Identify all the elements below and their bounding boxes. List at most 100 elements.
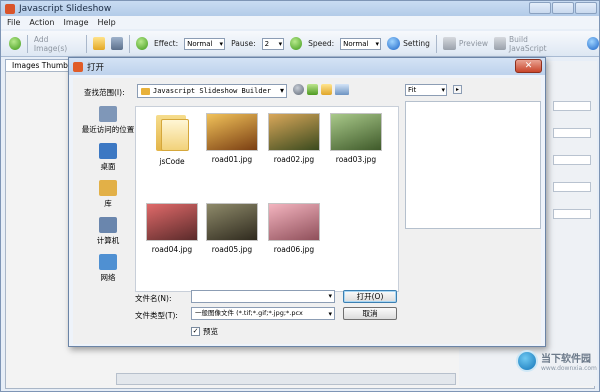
app-logo-icon [5,3,15,14]
file-item[interactable]: road02.jpg [264,113,324,164]
setting-label: Setting [403,39,430,48]
cancel-button[interactable]: 取消 [343,307,397,320]
preview-mode-value: Fit [408,86,417,94]
menu-image[interactable]: Image [63,18,88,27]
file-name: jsCode [159,157,185,166]
toolbar-separator [27,34,28,53]
place-label: 库 [104,199,112,208]
file-item[interactable]: road05.jpg [202,203,262,254]
dialog-title-bar: 打开 ✕ [69,58,545,75]
place-item[interactable]: 最近访问的位置 [79,106,137,135]
place-item[interactable]: 库 [79,180,137,209]
dialog-title: 打开 [87,62,105,73]
open-button[interactable]: 打开(O) [343,290,397,303]
checkbox-check-icon: ✓ [191,327,200,336]
back-icon[interactable] [293,84,304,95]
preview-button[interactable]: Preview [442,37,489,50]
places-bar: 最近访问的位置桌面库计算机网络 [79,106,137,296]
speed-select[interactable]: Normal [340,37,382,50]
dialog-body: 查找范围(I): Javascript Slideshow Builder ▾ … [73,78,541,344]
bottom-scrollbar[interactable] [116,373,456,385]
file-item[interactable]: road06.jpg [264,203,324,254]
place-label: 桌面 [100,162,116,171]
chevron-down-icon: ▾ [328,309,332,319]
watermark-logo-icon [516,350,538,372]
app-title: Javascript Slideshow [19,3,112,14]
place-item[interactable]: 网络 [79,254,137,283]
preview-play-icon[interactable]: ▸ [453,85,462,94]
file-name: road02.jpg [273,155,315,164]
place-item[interactable]: 计算机 [79,217,137,246]
minimize-button[interactable] [529,2,551,14]
magnifier-icon [442,37,456,50]
menu-file[interactable]: File [7,18,20,27]
recent-places-icon [99,106,117,122]
preview-area: Fit ▾ ▸ [405,82,541,256]
file-item[interactable]: road04.jpg [142,203,202,254]
dialog-app-icon [73,61,83,72]
look-in-combobox[interactable]: Javascript Slideshow Builder ▾ [137,84,287,98]
settings-field[interactable] [553,155,591,165]
image-thumbnail [268,113,320,151]
place-item[interactable]: 桌面 [79,143,137,172]
dialog-close-button[interactable]: ✕ [515,59,542,73]
gear-icon [387,37,401,50]
pause-select[interactable]: 2 [261,37,285,50]
preview-checkbox[interactable]: ✓ 预览 [191,326,218,337]
preview-checkbox-label: 预览 [203,327,218,336]
new-folder-icon[interactable] [321,84,332,95]
file-list[interactable]: jsCode road01.jpg road02.jpg road03.jpg road… [135,106,399,292]
settings-field[interactable] [553,182,591,192]
pause-label: Pause: [231,39,256,48]
caption-buttons [529,2,597,14]
network-icon [99,254,117,270]
effect-select[interactable]: Normal [184,37,226,50]
close-app-button[interactable] [575,2,597,14]
file-type-value: 一般图像文件 (*.tif;*.gif;*.jpg;*.pcx [195,309,303,317]
file-name: road06.jpg [273,245,315,254]
file-item[interactable]: road03.jpg [326,113,386,164]
desktop-icon [99,143,117,159]
file-item[interactable]: jsCode [142,113,202,166]
menu-help[interactable]: Help [98,18,116,27]
file-name-input[interactable]: ▾ [191,290,335,303]
settings-field[interactable] [553,128,591,138]
menu-action[interactable]: Action [29,18,54,27]
up-folder-icon[interactable] [307,84,318,95]
open-file-dialog: 打开 ✕ 查找范围(I): Javascript Slideshow Build… [68,57,546,347]
toolbar-separator [129,34,131,53]
build-icon [494,37,506,50]
image-thumbnail [268,203,320,241]
add-icon[interactable] [9,37,21,50]
chevron-down-icon: ▾ [441,86,445,94]
preview-label: Preview [458,39,489,48]
help-icon[interactable] [587,37,600,50]
file-name: road04.jpg [151,245,193,254]
preview-mode-select[interactable]: Fit ▾ [405,84,447,96]
build-javascript-button[interactable]: Build JavaScript [494,35,563,53]
watermark-text: 当下软件园 [541,354,591,365]
file-name: road01.jpg [211,155,253,164]
file-name: road05.jpg [211,245,253,254]
maximize-button[interactable] [552,2,574,14]
image-thumbnail [330,113,382,151]
add-images-button[interactable]: Add Image(s) [34,35,80,53]
open-folder-icon[interactable] [93,37,106,50]
toolbar-separator [86,34,88,53]
app-title-bar: Javascript Slideshow [1,1,599,16]
file-type-select[interactable]: 一般图像文件 (*.tif;*.gif;*.jpg;*.pcx ▾ [191,307,335,320]
chevron-down-icon: ▾ [328,292,332,300]
watermark-url: www.downxia.com [541,365,597,372]
setting-button[interactable]: Setting [387,37,430,50]
toolbar: Add Image(s) Effect: Normal Pause: 2 Spe… [1,31,600,57]
save-icon[interactable] [111,37,124,50]
view-menu-icon[interactable] [335,84,349,95]
settings-field[interactable] [553,101,591,111]
speed-label: Speed: [308,39,335,48]
add-images-label: Add Image(s) [33,34,68,53]
look-in-label: 查找范围(I): [84,88,125,97]
file-item[interactable]: road01.jpg [202,113,262,164]
look-in-value: Javascript Slideshow Builder [153,87,272,95]
place-label: 网络 [100,273,116,282]
settings-field[interactable] [553,209,591,219]
